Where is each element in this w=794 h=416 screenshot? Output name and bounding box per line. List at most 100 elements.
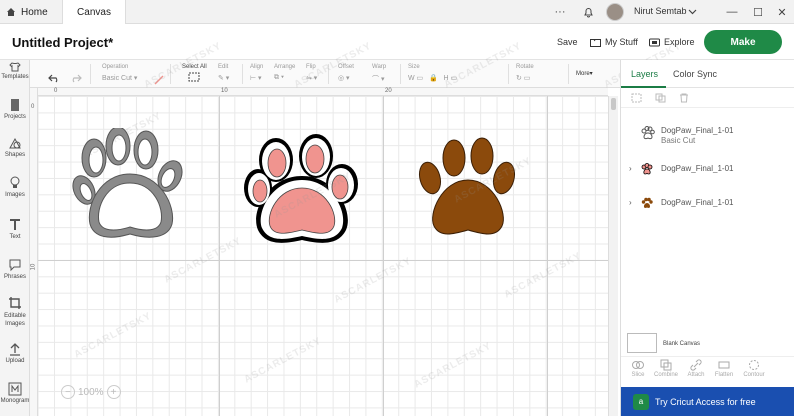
- group-icon[interactable]: [631, 93, 642, 103]
- tool-label: Slice: [631, 372, 645, 378]
- warp-control[interactable]: Warp ⌒ ▾: [372, 64, 386, 84]
- tab-home[interactable]: Home: [6, 0, 48, 24]
- redo-icon[interactable]: [70, 70, 82, 88]
- minimize-icon[interactable]: —: [724, 4, 740, 20]
- cricut-access-banner[interactable]: a Try Cricut Access for free: [621, 387, 794, 416]
- ruler-mark: 20: [385, 88, 392, 94]
- panel-tabs: Layers Color Sync: [621, 60, 794, 88]
- explore-icon: [649, 38, 660, 46]
- chevron-right-icon[interactable]: ›: [629, 164, 632, 173]
- folder-icon: [590, 38, 601, 47]
- edit-control[interactable]: Edit ✎ ▾: [218, 64, 229, 82]
- project-title[interactable]: Untitled Project*: [12, 35, 113, 50]
- arrange-control[interactable]: Arrange ⧉ ▾: [274, 64, 295, 82]
- close-icon[interactable]: ✕: [774, 4, 790, 20]
- combine-icon: [660, 359, 672, 371]
- sidebar-item-templates[interactable]: Templates: [0, 62, 30, 80]
- more-dots-icon[interactable]: ···: [552, 4, 568, 20]
- align-label: Align: [250, 64, 264, 70]
- sidebar-item-editable-images[interactable]: Editable Images: [0, 296, 30, 328]
- contour-button[interactable]: Contour: [741, 359, 767, 378]
- bell-icon[interactable]: [580, 4, 596, 20]
- paw-pink-outlined[interactable]: [244, 132, 360, 248]
- sidebar-item-images[interactable]: Images: [0, 176, 30, 198]
- sidebar-label: Text: [9, 234, 21, 240]
- tab-canvas[interactable]: Canvas: [62, 0, 126, 24]
- paw-thumbnail-icon: [641, 163, 653, 175]
- operation-value: Basic Cut: [102, 75, 132, 82]
- rotate-control[interactable]: Rotate ↻ ▭: [516, 64, 534, 82]
- tab-home-label: Home: [21, 6, 48, 18]
- chevron-down-icon[interactable]: [684, 4, 700, 20]
- zoom-out-button[interactable]: −: [61, 385, 75, 399]
- layer-item[interactable]: DogPaw_Final_1-01 Basic Cut: [627, 126, 789, 148]
- undo-icon[interactable]: [48, 70, 60, 88]
- paw-brown[interactable]: [414, 136, 518, 240]
- size-control[interactable]: Size W ▭ 🔒 H ▭: [408, 64, 457, 82]
- tab-layers[interactable]: Layers: [631, 69, 658, 79]
- sidebar-item-monogram[interactable]: Monogram: [0, 382, 30, 404]
- paw-gray-outline[interactable]: [70, 128, 188, 246]
- sidebar-label: Editable Images: [4, 313, 26, 327]
- chevron-right-icon[interactable]: ›: [629, 198, 632, 207]
- tab-canvas-label: Canvas: [77, 6, 111, 18]
- explore-button[interactable]: Explore: [649, 37, 695, 47]
- sidebar-item-phrases[interactable]: Phrases: [0, 258, 30, 280]
- ruler-mark: 10: [221, 88, 228, 94]
- operation-label: Operation: [102, 64, 129, 70]
- operation-select[interactable]: Basic Cut ▾: [102, 74, 137, 82]
- browser-tab-bar: Home Canvas ··· Nirut Semtab — ☐ ✕: [0, 0, 794, 24]
- crop-icon: [9, 297, 21, 309]
- text-icon: [10, 219, 20, 230]
- maximize-icon[interactable]: ☐: [750, 4, 766, 20]
- layer-name: DogPaw_Final_1-01: [661, 164, 734, 173]
- layer-item[interactable]: › DogPaw_Final_1-01: [627, 197, 789, 214]
- make-button[interactable]: Make: [704, 30, 782, 54]
- flatten-icon: [718, 361, 730, 369]
- flip-label: Flip: [306, 64, 316, 70]
- sidebar-item-text[interactable]: Text: [0, 218, 30, 240]
- sidebar-item-shapes[interactable]: Shapes: [0, 136, 30, 158]
- user-name[interactable]: Nirut Semtab: [634, 6, 687, 16]
- duplicate-icon[interactable]: [655, 93, 666, 103]
- edit-toolbar: Operation Basic Cut ▾ Select All Edit ✎ …: [30, 60, 620, 88]
- canvas-scrollbar[interactable]: [608, 96, 618, 416]
- my-stuff-button[interactable]: My Stuff: [590, 37, 638, 47]
- trash-icon[interactable]: [679, 93, 689, 103]
- sidebar-label: Upload: [5, 358, 25, 364]
- save-button[interactable]: Save: [557, 37, 578, 47]
- offset-control[interactable]: Offset ◎ ▾: [338, 64, 354, 82]
- flatten-button[interactable]: Flatten: [711, 359, 737, 378]
- layer-name: DogPaw_Final_1-01: [661, 126, 734, 135]
- tool-label: Flatten: [714, 372, 734, 378]
- paw-thumbnail-icon: [641, 197, 653, 208]
- edit-label: Edit: [218, 64, 229, 70]
- zoom-in-button[interactable]: +: [106, 385, 121, 399]
- layer-item[interactable]: › DogPaw_Final_1-01: [627, 163, 789, 180]
- align-control[interactable]: Align ⊢ ▾: [250, 64, 263, 82]
- grid-major-line: [219, 96, 220, 416]
- sidebar-label: Projects: [4, 114, 26, 120]
- sidebar-label: Images: [5, 192, 25, 198]
- sidebar-label: Phrases: [3, 274, 26, 280]
- flip-control[interactable]: Flip ⇋ ▾: [306, 64, 317, 82]
- more-label: More▾: [576, 71, 593, 77]
- tab-color-sync[interactable]: Color Sync: [673, 69, 717, 79]
- slice-button[interactable]: Slice: [625, 359, 651, 378]
- avatar[interactable]: [606, 3, 624, 21]
- blank-canvas-swatch[interactable]: [627, 333, 657, 353]
- attach-button[interactable]: Attach: [683, 359, 709, 378]
- blank-canvas-label: Blank Canvas: [663, 341, 701, 347]
- attach-icon: [690, 359, 702, 371]
- ruler-top: 0 10 20: [38, 88, 608, 96]
- sidebar-item-upload[interactable]: Upload: [0, 342, 30, 364]
- combine-button[interactable]: Combine: [653, 359, 679, 378]
- operation-control[interactable]: Operation Basic Cut ▾: [102, 64, 137, 82]
- more-button[interactable]: More▾: [576, 70, 593, 77]
- sidebar-item-projects[interactable]: Projects: [0, 98, 30, 120]
- select-all-button[interactable]: Select All: [182, 64, 207, 84]
- project-header: Untitled Project* Save My Stuff Explore …: [0, 24, 794, 60]
- zoom-value: 100%: [78, 386, 104, 398]
- paw-thumbnail-icon: [641, 126, 655, 140]
- scroll-thumb[interactable]: [611, 98, 616, 110]
